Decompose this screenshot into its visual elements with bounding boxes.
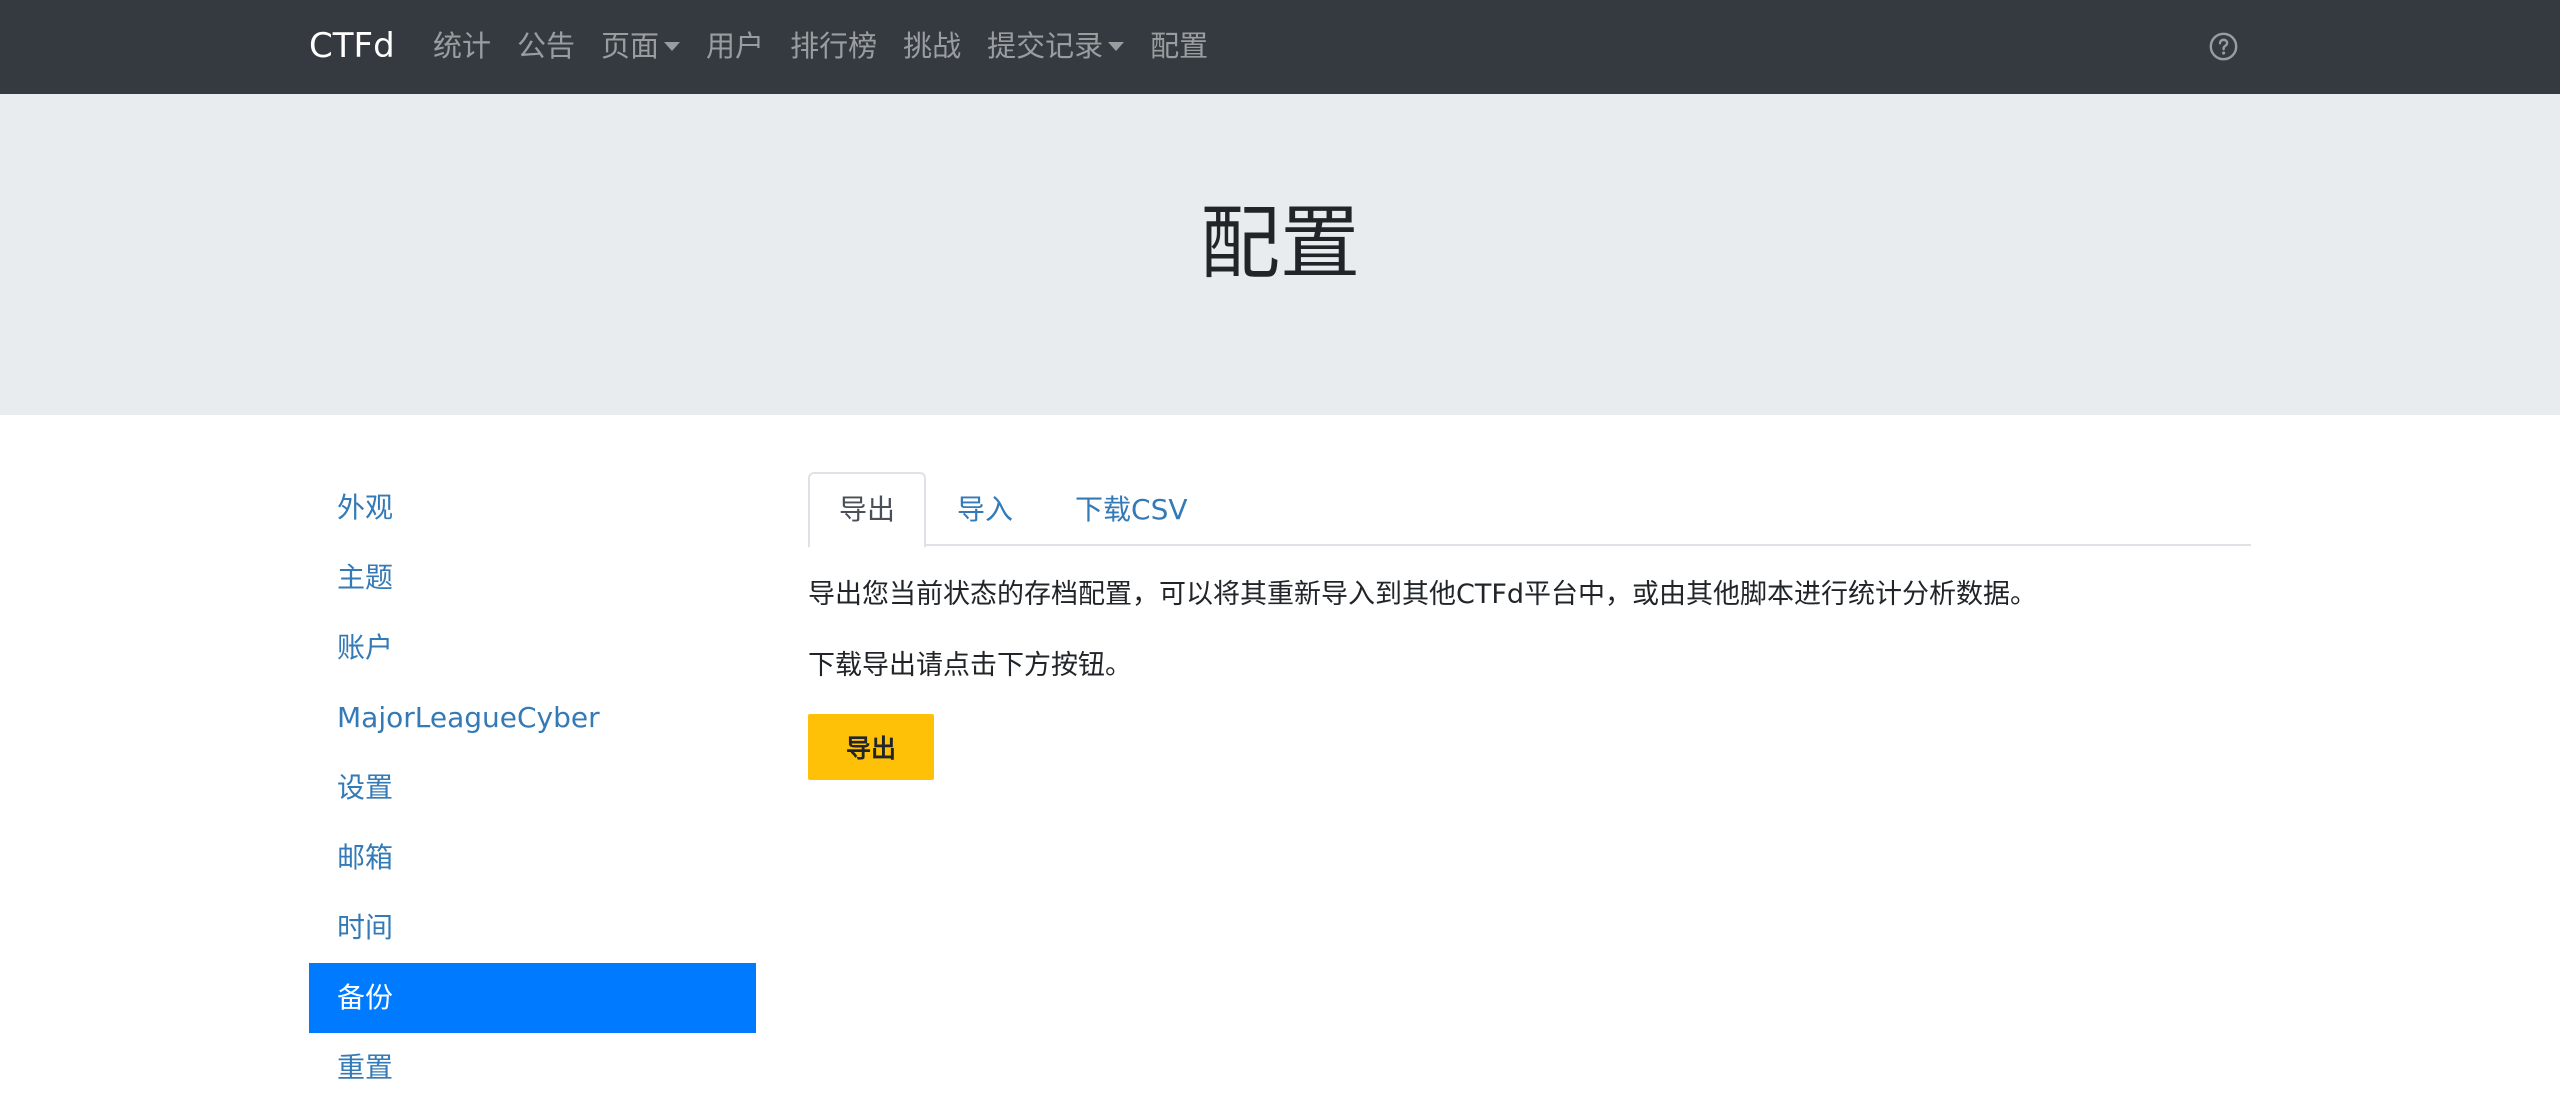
nav-item-label: 统计: [433, 29, 492, 63]
nav-item-notifications[interactable]: 公告: [517, 22, 575, 70]
sidebar-item-settings[interactable]: 设置: [309, 753, 756, 823]
sidebar-item-theme[interactable]: 主题: [309, 543, 756, 613]
question-circle-icon[interactable]: [2209, 32, 2238, 61]
page-title: 配置: [1200, 197, 1360, 290]
nav-item-submissions-dropdown[interactable]: 提交记录: [987, 22, 1125, 70]
nav-item-pages-dropdown[interactable]: 页面: [601, 22, 681, 70]
nav-item-label: 挑战: [903, 29, 962, 63]
sidebar-item-email[interactable]: 邮箱: [309, 823, 756, 893]
config-sidebar: 外观 主题 账户 MajorLeagueCyber 设置 邮箱 时间 备份 重置: [309, 473, 756, 1103]
sidebar-item-time[interactable]: 时间: [309, 893, 756, 963]
nav-menu: 统计 公告 页面 用户 排行榜 挑战 提交记录 配置: [433, 22, 1234, 70]
sidebar-item-appearance[interactable]: 外观: [309, 473, 756, 543]
backup-tabs: 导出 导入 下载CSV: [808, 472, 2251, 548]
nav-item-label: 配置: [1150, 29, 1209, 63]
sidebar-item-reset[interactable]: 重置: [309, 1033, 756, 1103]
nav-item-scoreboard[interactable]: 排行榜: [790, 22, 877, 70]
page-header: 配置: [0, 94, 2560, 415]
nav-item-challenges[interactable]: 挑战: [903, 22, 961, 70]
tab-import[interactable]: 导入: [926, 472, 1044, 546]
brand-logo[interactable]: CTFd: [309, 22, 395, 70]
nav-item-label: 公告: [517, 29, 576, 63]
nav-item-label: 排行榜: [790, 29, 878, 63]
nav-item-statistics[interactable]: 统计: [433, 22, 491, 70]
tab-download-csv[interactable]: 下载CSV: [1044, 472, 1218, 546]
export-button[interactable]: 导出: [808, 714, 934, 780]
nav-item-users[interactable]: 用户: [706, 22, 764, 70]
nav-item-label: 用户: [706, 29, 765, 63]
export-instruction: 下载导出请点击下方按钮。: [808, 650, 1132, 681]
nav-item-label: 页面: [601, 29, 660, 63]
sidebar-item-majorleaguecyber[interactable]: MajorLeagueCyber: [309, 683, 756, 753]
nav-item-label: 提交记录: [987, 29, 1104, 63]
sidebar-item-accounts[interactable]: 账户: [309, 613, 756, 683]
caret-down-icon: [1108, 41, 1125, 51]
top-navbar: CTFd 统计 公告 页面 用户 排行榜 挑战 提交记录 配置: [0, 0, 2560, 94]
caret-down-icon: [664, 41, 681, 51]
sidebar-item-backup[interactable]: 备份: [309, 963, 756, 1033]
tab-export[interactable]: 导出: [808, 472, 927, 548]
nav-item-config[interactable]: 配置: [1150, 22, 1208, 70]
export-description: 导出您当前状态的存档配置，可以将其重新导入到其他CTFd平台中，或由其他脚本进行…: [808, 579, 2038, 610]
